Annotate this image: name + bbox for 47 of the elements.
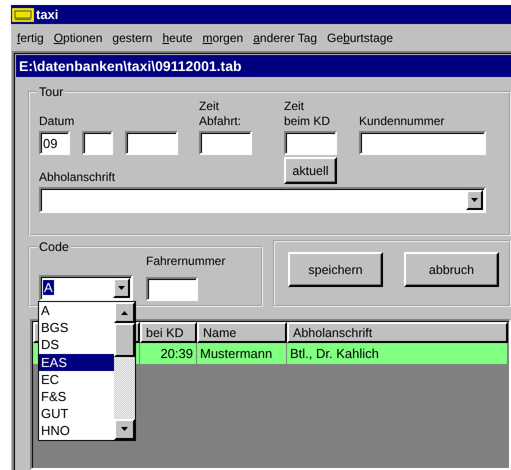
menu-item[interactable]: gestern xyxy=(112,30,152,44)
menu-item[interactable]: anderer Tag xyxy=(253,30,318,44)
driver-number-field[interactable] xyxy=(146,277,198,301)
menu-item[interactable]: fertig xyxy=(17,30,44,44)
column-header[interactable]: Name xyxy=(197,322,287,343)
month-field[interactable] xyxy=(82,131,113,155)
code-value: A xyxy=(43,280,54,295)
code-combo[interactable]: A xyxy=(39,275,133,301)
customer-number-field[interactable] xyxy=(359,131,486,155)
table-cell: Mustermann xyxy=(197,343,287,365)
menu-item[interactable]: heute xyxy=(162,30,192,44)
field-label: beim KD xyxy=(284,114,332,129)
down-arrow-icon xyxy=(471,198,478,202)
document-title: E:\datenbanken\taxi\09112001.tab xyxy=(16,55,511,77)
aktuell-button[interactable]: aktuell xyxy=(284,157,337,184)
taxi-sign-icon xyxy=(12,6,34,22)
dropdown-button[interactable] xyxy=(466,190,483,210)
departure-time-field[interactable] xyxy=(199,131,252,155)
field-label: Abholanschrift xyxy=(39,170,116,185)
group-legend: Code xyxy=(37,240,71,254)
action-button[interactable]: abbruch xyxy=(404,252,499,287)
field-label: Zeit xyxy=(284,99,306,114)
menu-item[interactable]: morgen xyxy=(202,30,244,44)
up-arrow-icon xyxy=(121,310,128,314)
down-arrow-icon xyxy=(121,427,128,431)
list-option[interactable]: EAS xyxy=(39,354,114,371)
table-cell: Btl., Dr. Kahlich xyxy=(287,343,508,365)
down-arrow-icon xyxy=(118,286,125,290)
field-label: Abfahrt: xyxy=(199,114,242,129)
field-label: Kundennummer xyxy=(359,114,446,129)
scrollbar[interactable] xyxy=(114,302,135,440)
field-label: Datum xyxy=(39,114,76,129)
menu-item[interactable]: Optionen xyxy=(54,30,102,44)
address-combo[interactable] xyxy=(39,187,486,213)
group-legend: Tour xyxy=(37,85,66,99)
dropdown-button[interactable] xyxy=(113,278,130,298)
field-label: Zeit xyxy=(199,99,220,114)
column-header[interactable]: Abholanschrift xyxy=(287,322,508,343)
column-header[interactable]: bei KD xyxy=(140,322,197,343)
table-cell: 20:39 xyxy=(140,343,197,365)
year-field[interactable] xyxy=(125,131,178,155)
menu-item[interactable]: Geburtstage xyxy=(327,30,394,44)
field-label: Fahrernummer xyxy=(146,254,226,269)
day-field[interactable]: 09 xyxy=(39,131,70,155)
action-button[interactable]: speichern xyxy=(288,252,383,287)
window-title: taxi xyxy=(36,7,58,22)
customer-time-field[interactable] xyxy=(284,131,337,155)
